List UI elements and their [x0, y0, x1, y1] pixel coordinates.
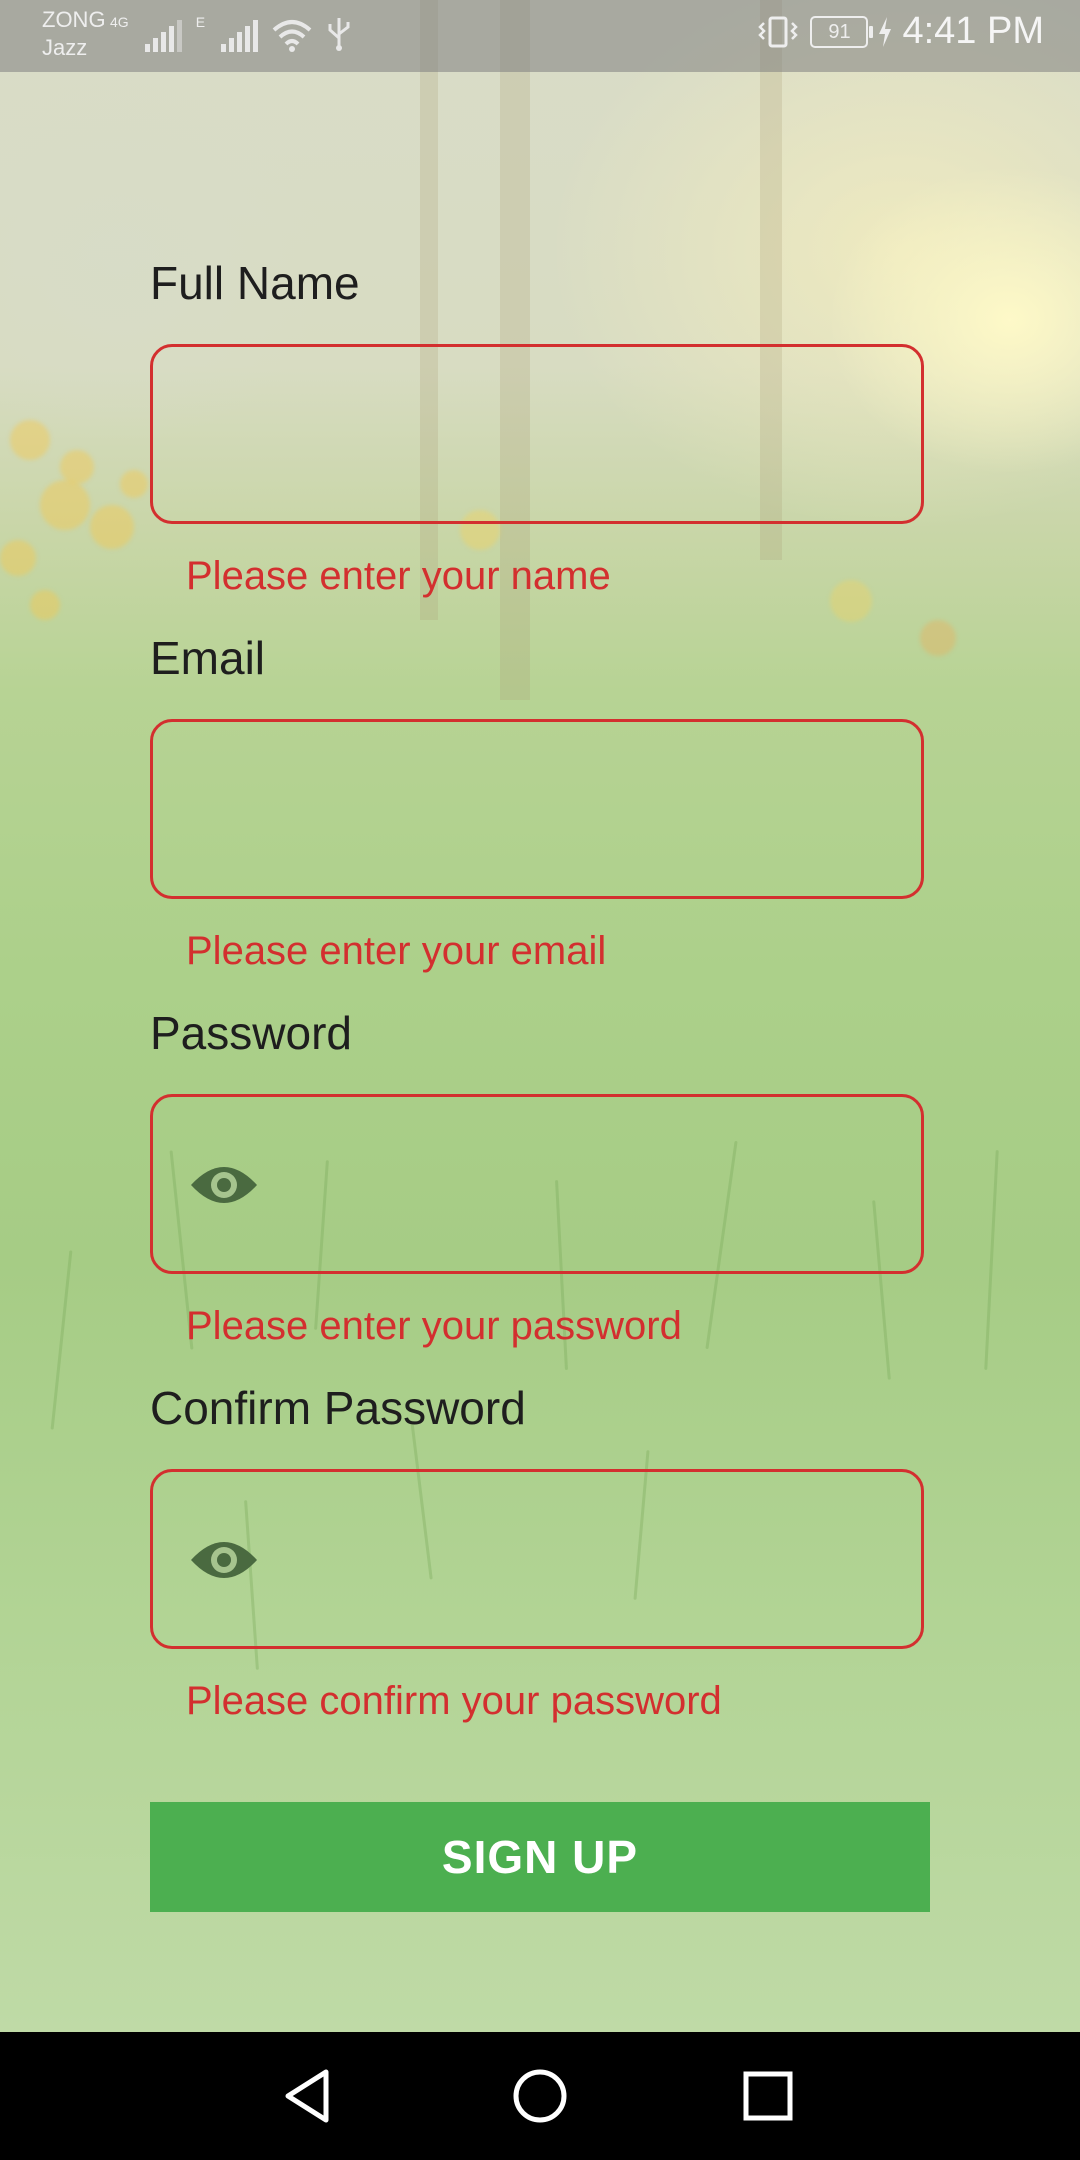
confirm-password-input[interactable]	[153, 1472, 921, 1646]
password-label: Password	[150, 1007, 352, 1059]
password-error: Please enter your password	[186, 1304, 682, 1348]
battery-level: 91	[828, 20, 851, 43]
usb-icon	[328, 18, 350, 51]
vibrate-icon	[758, 16, 799, 47]
back-triangle-icon[interactable]	[278, 2066, 338, 2126]
status-right-group: 91 4:41 PM	[756, 10, 1044, 53]
network-type-primary: 4G	[110, 14, 129, 30]
password-field-container	[150, 1094, 924, 1274]
email-error: Please enter your email	[186, 929, 607, 973]
signal-indicators: 4G E	[110, 14, 352, 52]
navigation-bar	[0, 2032, 1080, 2160]
recents-square-icon[interactable]	[738, 2066, 798, 2126]
signal-strength-icon	[144, 18, 182, 52]
network-type-secondary: E	[195, 14, 206, 30]
battery-icon: 91	[810, 15, 874, 48]
full-name-input[interactable]	[153, 347, 921, 521]
carrier-primary: ZONG	[42, 7, 106, 32]
eye-icon[interactable]	[189, 1159, 259, 1211]
email-input[interactable]	[153, 722, 921, 896]
clock: 4:41 PM	[902, 10, 1044, 52]
confirm-password-field-container	[150, 1469, 924, 1649]
full-name-label: Full Name	[150, 257, 360, 309]
confirm-password-label: Confirm Password	[150, 1382, 526, 1434]
eye-icon[interactable]	[189, 1534, 259, 1586]
carrier-info: ZONG Jazz	[42, 6, 106, 62]
confirm-password-error: Please confirm your password	[186, 1679, 722, 1723]
signal-strength-icon	[221, 18, 259, 52]
email-label: Email	[150, 632, 266, 684]
carrier-secondary: Jazz	[42, 35, 88, 60]
status-bar: ZONG Jazz 4G E 91 4:41 PM	[0, 0, 1080, 72]
sign-up-button[interactable]: SIGN UP	[150, 1802, 930, 1912]
charging-icon	[879, 16, 892, 47]
full-name-error: Please enter your name	[186, 554, 611, 598]
email-field-container	[150, 719, 924, 899]
password-input[interactable]	[153, 1097, 921, 1271]
home-circle-icon[interactable]	[510, 2066, 570, 2126]
wifi-icon	[272, 20, 312, 52]
full-name-field-container	[150, 344, 924, 524]
